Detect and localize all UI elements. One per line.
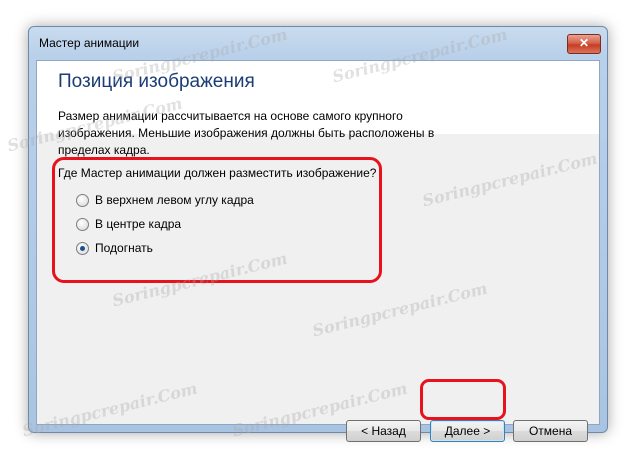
next-button[interactable]: Далее > xyxy=(430,420,505,442)
position-question: Где Мастер анимации должен разместить из… xyxy=(58,166,377,180)
option-top-left[interactable]: В верхнем левом углу кадра xyxy=(76,192,254,208)
option-center-label: В центре кадра xyxy=(95,217,182,231)
window-title: Мастер анимации xyxy=(39,36,140,50)
wizard-window: Мастер анимации ✕ Позиция изображения Ра… xyxy=(28,26,608,442)
close-button[interactable]: ✕ xyxy=(567,34,601,54)
page-heading: Позиция изображения xyxy=(58,71,255,92)
option-center[interactable]: В центре кадра xyxy=(76,216,181,232)
close-icon: ✕ xyxy=(578,36,590,50)
wizard-client-area: Позиция изображения Размер анимации расс… xyxy=(36,60,600,442)
cancel-button[interactable]: Отмена xyxy=(513,420,588,442)
option-top-left-label: В верхнем левом углу кадра xyxy=(95,193,254,207)
radio-fit[interactable] xyxy=(76,241,89,255)
radio-center[interactable] xyxy=(76,217,89,231)
back-button[interactable]: < Назад xyxy=(346,420,421,442)
option-fit[interactable]: Подогнать xyxy=(76,240,153,256)
radio-top-left[interactable] xyxy=(76,193,89,207)
page-description: Размер анимации рассчитывается на основе… xyxy=(58,109,435,157)
option-fit-label: Подогнать xyxy=(95,241,153,255)
